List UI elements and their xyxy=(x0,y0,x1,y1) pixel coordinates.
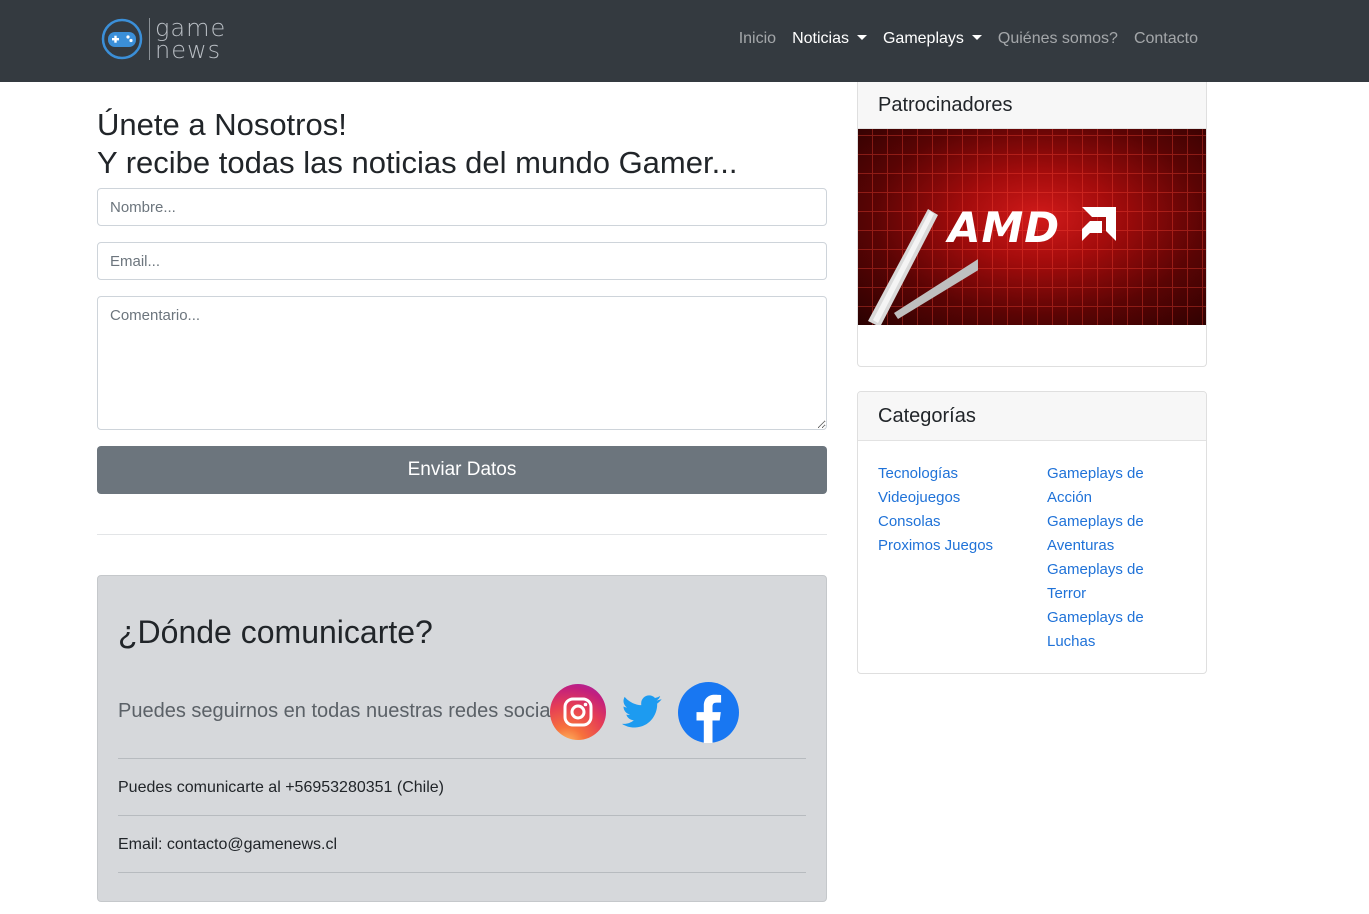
divider xyxy=(97,534,827,535)
caret-down-icon xyxy=(856,35,867,40)
join-title-line-1: Únete a Nosotros! xyxy=(97,107,347,142)
brand-separator xyxy=(149,18,150,60)
contact-title: ¿Dónde comunicarte? xyxy=(118,614,433,650)
sponsor-banner[interactable]: AMD xyxy=(858,129,1206,325)
brand-name: game news xyxy=(155,16,226,64)
nav-contacto[interactable]: Contacto xyxy=(1134,30,1198,48)
join-title-line-2: Y recibe todas las noticias del mundo Ga… xyxy=(97,145,738,180)
phone-text: Puedes comunicarte al +56953280351 (Chil… xyxy=(118,779,444,796)
category-link[interactable]: Terror xyxy=(1047,582,1177,606)
facebook-icon[interactable] xyxy=(678,682,739,743)
categories-card: Categorías Tecnologías Videojuegos Conso… xyxy=(857,391,1207,674)
amd-logo: AMD xyxy=(948,203,1061,252)
join-title: Únete a Nosotros! Y recibe todas las not… xyxy=(97,106,737,182)
email-text: Email: contacto@gamenews.cl xyxy=(118,836,337,853)
nav-inicio[interactable]: Inicio xyxy=(739,30,776,48)
category-link[interactable]: Videojuegos xyxy=(878,486,1038,510)
nav-gameplays-label: Gameplays xyxy=(882,30,964,47)
category-link[interactable]: Tecnologías xyxy=(878,462,1038,486)
name-input[interactable] xyxy=(97,188,827,226)
amd-arrow-icon xyxy=(1082,207,1116,241)
instagram-glyph xyxy=(563,697,593,727)
categories-column-2: Gameplays de Acción Gameplays de Aventur… xyxy=(1047,462,1177,654)
submit-button[interactable]: Enviar Datos xyxy=(97,446,827,494)
nav-gameplays[interactable]: Gameplays xyxy=(883,30,982,48)
nav-noticias[interactable]: Noticias xyxy=(792,30,867,48)
category-link[interactable]: Acción xyxy=(1047,486,1177,510)
category-link[interactable]: Aventuras xyxy=(1047,534,1177,558)
categories-title: Categorías xyxy=(858,392,1206,441)
category-link[interactable]: Proximos Juegos xyxy=(878,534,1038,558)
navbar: game news Inicio Noticias Gameplays Quié… xyxy=(0,0,1369,82)
brand-line-2: news xyxy=(155,36,222,64)
nav-noticias-label: Noticias xyxy=(792,30,849,47)
facebook-glyph xyxy=(696,694,722,743)
category-link[interactable]: Gameplays de xyxy=(1047,462,1177,486)
comment-textarea[interactable] xyxy=(97,296,827,430)
sponsors-title: Patrocinadores xyxy=(858,82,1206,129)
twitter-icon[interactable] xyxy=(620,692,664,732)
category-link[interactable]: Consolas xyxy=(878,510,1038,534)
categories-column-1: Tecnologías Videojuegos Consolas Proximo… xyxy=(878,462,1038,558)
twitter-glyph xyxy=(622,695,662,728)
category-link[interactable]: Gameplays de xyxy=(1047,510,1177,534)
brand-logo[interactable]: game news xyxy=(100,14,226,64)
social-text: Puedes seguirnos en todas nuestras redes… xyxy=(118,700,582,722)
main-nav: Inicio Noticias Gameplays Quiénes somos?… xyxy=(723,30,1198,48)
contact-rule-3 xyxy=(118,872,806,873)
category-link[interactable]: Gameplays de xyxy=(1047,558,1177,582)
category-link[interactable]: Gameplays de xyxy=(1047,606,1177,630)
email-input[interactable] xyxy=(97,242,827,280)
contact-box: ¿Dónde comunicarte? Puedes seguirnos en … xyxy=(97,575,827,902)
caret-down-icon xyxy=(971,35,982,40)
instagram-icon[interactable] xyxy=(550,684,606,740)
contact-rule-2 xyxy=(118,815,806,816)
contact-rule-1 xyxy=(118,758,806,759)
sponsors-card: Patrocinadores AMD xyxy=(857,82,1207,367)
nav-quienes-somos[interactable]: Quiénes somos? xyxy=(998,30,1118,48)
category-link[interactable]: Luchas xyxy=(1047,630,1177,654)
gamepad-icon xyxy=(101,18,143,60)
